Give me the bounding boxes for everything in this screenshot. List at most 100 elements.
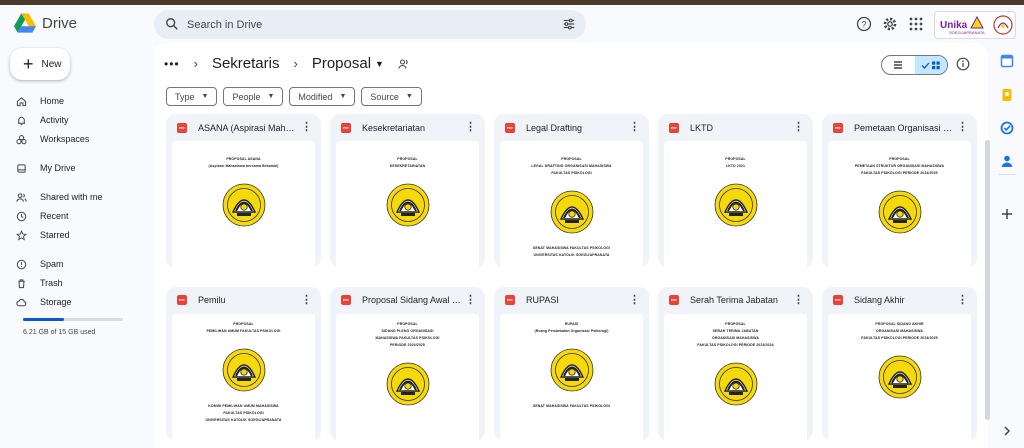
more-actions-icon[interactable]: ⋮ — [793, 294, 804, 305]
file-card-header: PDF Kesekretariatan ⋮ — [330, 114, 485, 141]
pdf-file-icon: PDF — [341, 295, 351, 305]
more-actions-icon[interactable]: ⋮ — [793, 122, 804, 133]
file-card-header: PDF Serah Terima Jabatan ⋮ — [658, 287, 813, 314]
file-thumbnail[interactable]: RUPASI (Ruang Pembekalan Organisasi Psiko… — [500, 313, 643, 441]
org-name: Unika — [940, 19, 968, 31]
scrollbar[interactable] — [985, 140, 990, 420]
chip-label: Modified — [298, 91, 333, 102]
new-button[interactable]: + New — [10, 48, 70, 80]
filter-chip-type[interactable]: Type ▼ — [166, 87, 218, 106]
file-card[interactable]: PDF Legal Drafting ⋮ PROPOSAL LEGAL DRAFTING… — [494, 114, 649, 268]
add-addon-icon[interactable] — [1000, 207, 1014, 221]
file-thumbnail[interactable]: PROPOSAL LKTD 2021 — [664, 141, 807, 268]
keep-icon[interactable] — [1000, 88, 1014, 102]
sidebar-item-workspaces[interactable]: Workspaces — [16, 131, 146, 147]
home-icon — [16, 96, 27, 107]
pdf-file-icon: PDF — [669, 122, 679, 133]
pdf-file-icon: PDF — [341, 122, 351, 133]
caret-down-icon: ▼ — [339, 93, 347, 100]
search-bar[interactable] — [154, 10, 586, 39]
file-card[interactable]: PDF RUPASI ⋮ RUPASI (Ruang Pembekalan Organi… — [494, 286, 649, 441]
breadcrumb-separator: › — [193, 56, 198, 71]
storage-icon — [16, 297, 27, 308]
expand-side-panel-icon[interactable] — [1000, 424, 1014, 438]
file-thumbnail[interactable]: PROPOSAL ASANA (Aspirasi Mahasiswa bersam… — [172, 141, 315, 268]
list-view-icon — [894, 61, 903, 69]
more-actions-icon[interactable]: ⋮ — [465, 122, 476, 133]
current-folder-name: Proposal — [311, 55, 372, 72]
file-card[interactable]: PDF Proposal Sidang Awal Tahun⋮ PROPOSAL SI… — [330, 286, 485, 441]
thumbnail-text: PROPOSAL — [725, 157, 746, 161]
list-view-button[interactable] — [882, 56, 915, 74]
search-options-icon[interactable] — [562, 17, 576, 31]
sidebar-item-shared[interactable]: Shared with me — [16, 189, 146, 205]
thumbnail-text: PROPOSAL — [889, 157, 910, 161]
more-actions-icon[interactable]: ⋮ — [301, 122, 312, 133]
thumbnail-text: LEGAL DRAFTING ORGANISASI MAHASISWA — [531, 164, 612, 168]
file-card[interactable]: PDF LKTD ⋮ PROPOSAL LKTD 2021 — [658, 114, 813, 268]
search-icon[interactable] — [165, 17, 179, 31]
more-actions-icon[interactable]: ⋮ — [301, 294, 312, 305]
file-thumbnail[interactable]: PROPOSAL LEGAL DRAFTING ORGANISASI MAHASI… — [500, 141, 643, 268]
file-card[interactable]: PDF ASANA (Aspirasi Mahasiswa Bersama Bek… — [166, 114, 321, 268]
thumbnail-text: PERIODE 2024/2025 — [390, 342, 425, 347]
sidebar-item-storage[interactable]: Storage — [16, 294, 146, 310]
apps-grid-icon[interactable] — [908, 16, 924, 32]
search-input[interactable] — [187, 14, 547, 35]
file-card-header: PDF Proposal Sidang Awal Tahun⋮ — [330, 287, 485, 314]
filter-chip-people[interactable]: People ▼ — [223, 87, 284, 106]
thumbnail-text: PROPOSAL ASANA — [226, 157, 261, 161]
sidebar-item-home[interactable]: Home — [16, 93, 146, 109]
breadcrumb-current-folder[interactable]: Proposal ▼ — [312, 55, 384, 72]
file-thumbnail[interactable]: PROPOSAL SIDANG AKHIR ORGANISASI MAHASISW… — [828, 313, 971, 441]
thumbnail-text: SENAT MAHASISWA FAKULTAS PSIKOLOGI — [532, 403, 611, 408]
thumbnail-text: FAKULTAS PSIKOLOGI — [223, 410, 264, 415]
contacts-icon[interactable] — [1000, 154, 1014, 168]
chip-label: Source — [370, 91, 399, 102]
thumbnail-text: PROPOSAL — [561, 157, 582, 161]
shared-folder-icon[interactable] — [398, 58, 410, 70]
sidebar-item-trash[interactable]: Trash — [16, 275, 146, 291]
new-button-label: New — [41, 58, 62, 70]
info-icon[interactable] — [956, 57, 970, 71]
tasks-icon[interactable] — [1000, 121, 1014, 135]
file-thumbnail[interactable]: PROPOSAL PEMILIHAN UMUM FAKULTAS PSIKOLOG… — [172, 313, 315, 441]
more-actions-icon[interactable]: ⋮ — [629, 294, 640, 305]
breadcrumb-overflow-button[interactable]: ••• — [164, 57, 180, 71]
help-icon[interactable]: ? — [856, 16, 872, 32]
file-thumbnail[interactable]: PROPOSAL KESEKRETARIATAN — [336, 141, 479, 268]
file-thumbnail[interactable]: PROPOSAL SERAH TERIMA JABATAN ORGANISASI M… — [664, 313, 807, 441]
file-card[interactable]: PDF Kesekretariatan ⋮ PROPOSAL KESEKRETARIAT… — [330, 114, 485, 268]
sidebar-item-starred[interactable]: Starred — [16, 227, 146, 243]
sidebar-item-label: Workspaces — [40, 134, 90, 144]
thumbnail-text: PROPOSAL — [725, 321, 746, 326]
sidebar-item-recent[interactable]: Recent — [16, 208, 146, 224]
more-actions-icon[interactable]: ⋮ — [465, 294, 476, 305]
more-actions-icon[interactable]: ⋮ — [957, 294, 968, 305]
file-thumbnail[interactable]: PROPOSAL SIDANG PLENO ORGANISASI MAHASISWA… — [336, 313, 479, 441]
more-actions-icon[interactable]: ⋮ — [957, 122, 968, 133]
drive-logo[interactable]: Drive — [14, 13, 77, 33]
university-seal-icon — [878, 190, 922, 234]
thumbnail-text: PROPOSAL — [397, 321, 418, 326]
sidebar-item-activity[interactable]: Activity — [16, 112, 146, 128]
grid-view-button[interactable] — [914, 56, 947, 74]
app-name: Drive — [42, 14, 78, 32]
file-card[interactable]: PDF Sidang Akhir ⋮ PROPOSAL SIDANG AKHIR ORG… — [822, 286, 977, 441]
file-card[interactable]: PDF Pemilu ⋮ PROPOSAL PEMILIHAN UMUM FAKULTA… — [166, 286, 321, 441]
filter-chip-source[interactable]: Source ▼ — [361, 87, 422, 106]
file-title: Legal Drafting — [526, 122, 583, 133]
file-card-header: PDF LKTD ⋮ — [658, 114, 813, 141]
more-actions-icon[interactable]: ⋮ — [629, 122, 640, 133]
sidebar-item-spam[interactable]: Spam — [16, 256, 146, 272]
file-thumbnail[interactable]: PROPOSAL PEMETAAN STRUKTUR ORGANISASI MAH… — [828, 141, 971, 268]
calendar-icon[interactable] — [1000, 54, 1014, 68]
sidebar-item-my-drive[interactable]: My Drive — [16, 160, 146, 176]
sidebar-item-label: Trash — [40, 278, 63, 288]
settings-gear-icon[interactable] — [882, 16, 898, 32]
file-card[interactable]: PDF Serah Terima Jabatan ⋮ PROPOSAL SERAH TE… — [658, 286, 813, 441]
filter-chip-modified[interactable]: Modified ▼ — [289, 87, 356, 106]
file-card[interactable]: PDF Pemetaan Organisasi Mahasiswa⋮ PROPOSA… — [822, 114, 977, 268]
breadcrumb-parent[interactable]: Sekretaris — [212, 55, 280, 72]
account-org-logo[interactable]: Unika SOEGIJAPRANATA — [934, 11, 1016, 39]
